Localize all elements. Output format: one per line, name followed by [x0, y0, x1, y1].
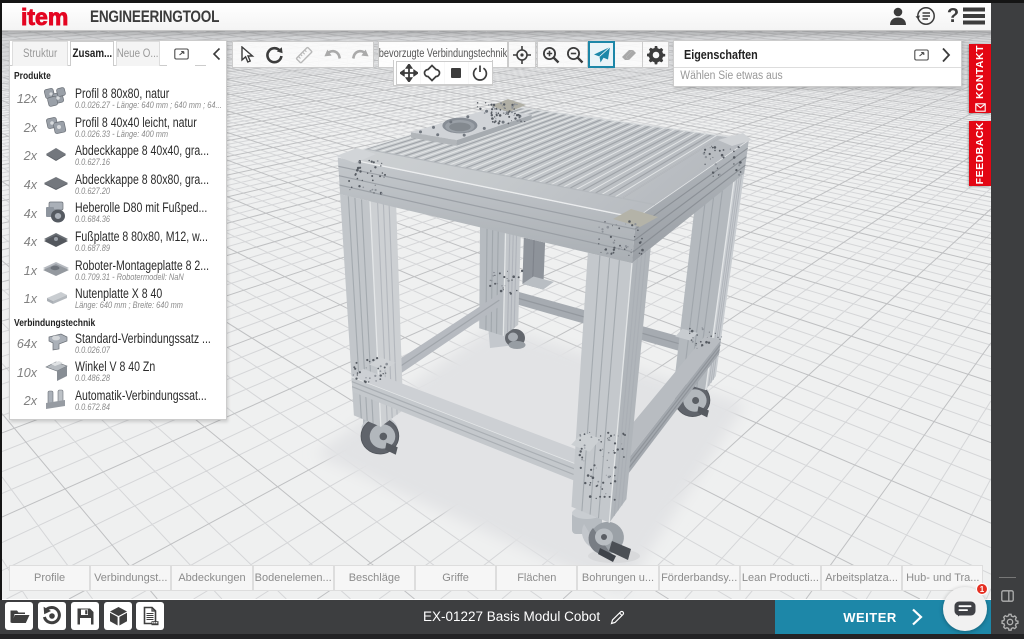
svg-text:?: ?: [947, 5, 959, 27]
